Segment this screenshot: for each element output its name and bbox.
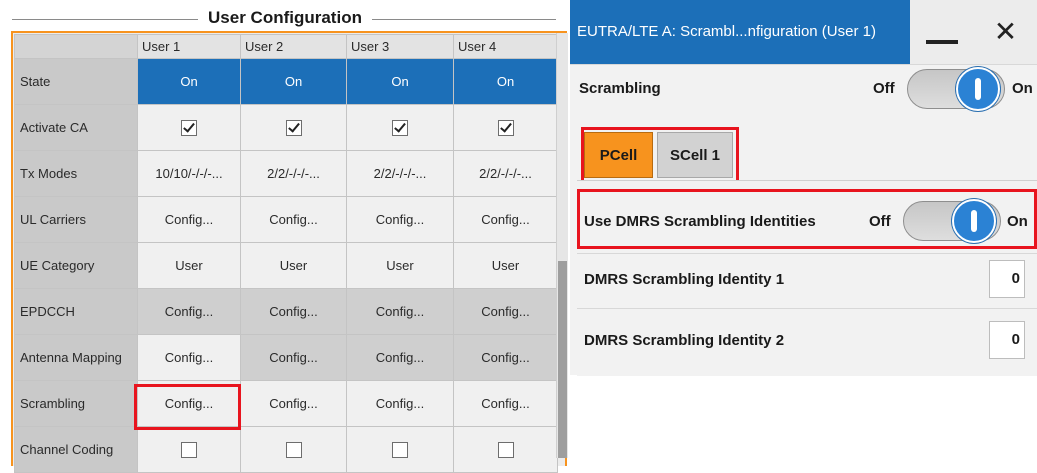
channel-coding-checkbox-user-3[interactable] (392, 441, 408, 458)
row-label-state: State (14, 58, 138, 105)
channel-coding-checkbox-user-1[interactable] (181, 441, 197, 458)
column-header-user-2: User 2 (240, 34, 347, 59)
activate-ca-checkbox-user-1[interactable] (181, 119, 197, 136)
dmrs-identity-1-label: DMRS Scrambling Identity 1 (584, 271, 785, 288)
ue-category-cell-user-1[interactable]: User (137, 242, 241, 289)
close-icon: ✕ (993, 16, 1018, 47)
dmrs-identity-2-input[interactable]: 0 (989, 321, 1025, 359)
channel-coding-checkbox-user-4[interactable] (497, 441, 514, 458)
table-scrollbar[interactable] (556, 33, 568, 458)
row-label-ue-category: UE Category (14, 242, 138, 289)
row-label-tx-modes: Tx Modes (14, 150, 138, 197)
close-button[interactable]: ✕ (974, 0, 1037, 64)
minimize-button[interactable] (912, 0, 972, 64)
ue-category-cell-user-2[interactable]: User (240, 242, 347, 289)
row-label-ul-carriers: UL Carriers (14, 196, 138, 243)
activate-ca-checkbox-user-2[interactable] (285, 119, 302, 136)
cell-tabs: PCell SCell 1 (570, 118, 1037, 188)
state-cell-user-3[interactable]: On (346, 58, 454, 105)
dmrs-identity-1-input[interactable]: 0 (989, 260, 1025, 298)
epdcch-button-user-2[interactable]: Config... (240, 288, 347, 335)
tx-modes-cell-user-2[interactable]: 2/2/-/-/-... (240, 150, 347, 197)
toggle-knob (956, 67, 1000, 111)
column-header-user-1: User 1 (137, 34, 241, 59)
row-label-channel-coding: Channel Coding (14, 426, 138, 473)
ul-carriers-button-user-4[interactable]: Config... (453, 196, 558, 243)
ue-category-cell-user-3[interactable]: User (346, 242, 454, 289)
ul-carriers-button-user-3[interactable]: Config... (346, 196, 454, 243)
epdcch-button-user-4[interactable]: Config... (453, 288, 558, 335)
toggle-knob (952, 199, 996, 243)
scrambling-toggle[interactable] (907, 67, 1005, 111)
antenna-mapping-button-user-4[interactable]: Config... (453, 334, 558, 381)
table-row: EPDCCH Config... Config... Config... Con… (14, 288, 558, 335)
activate-ca-checkbox-user-4[interactable] (497, 119, 514, 136)
table-row: UL Carriers Config... Config... Config..… (14, 196, 558, 243)
use-dmrs-toggle[interactable] (903, 199, 1001, 243)
state-cell-user-2[interactable]: On (240, 58, 347, 105)
state-cell-user-4[interactable]: On (453, 58, 558, 105)
tx-modes-cell-user-4[interactable]: 2/2/-/-/-... (453, 150, 558, 197)
column-header-user-3: User 3 (346, 34, 454, 59)
column-header-user-4: User 4 (453, 34, 558, 59)
table-row: Antenna Mapping Config... Config... Conf… (14, 334, 558, 381)
table-row: Tx Modes 10/10/-/-/-... 2/2/-/-/-... 2/2… (14, 150, 558, 197)
minimize-icon (926, 40, 958, 44)
scrollbar-thumb[interactable] (558, 261, 567, 458)
scrambling-on-label: On (1012, 80, 1033, 97)
user-configuration-panel: User Configuration User 1 User 2 User 3 … (0, 0, 570, 473)
user-config-table: User 1 User 2 User 3 User 4 State On On … (14, 34, 558, 473)
ul-carriers-button-user-2[interactable]: Config... (240, 196, 347, 243)
ue-category-cell-user-4[interactable]: User (453, 242, 558, 289)
scrambling-button-user-1[interactable]: Config... (137, 380, 241, 427)
channel-coding-checkbox-user-2[interactable] (285, 441, 302, 458)
scrambling-off-label: Off (873, 80, 895, 97)
tab-scell-1[interactable]: SCell 1 (657, 132, 733, 178)
use-dmrs-label: Use DMRS Scrambling Identities (584, 213, 816, 230)
scrambling-button-user-2[interactable]: Config... (240, 380, 347, 427)
ul-carriers-button-user-1[interactable]: Config... (137, 196, 241, 243)
row-label-antenna-mapping: Antenna Mapping (14, 334, 138, 381)
dmrs-identity-2-label: DMRS Scrambling Identity 2 (584, 332, 785, 349)
state-cell-user-1[interactable]: On (137, 58, 241, 105)
divider (577, 253, 1037, 254)
row-label-scrambling: Scrambling (14, 380, 138, 427)
scrambling-label: Scrambling (579, 80, 661, 97)
antenna-mapping-button-user-2[interactable]: Config... (240, 334, 347, 381)
pcell-tab-panel: Use DMRS Scrambling Identities Off On DM… (577, 180, 1037, 376)
divider (577, 308, 1037, 309)
table-row: Scrambling Config... Config... Config...… (14, 380, 558, 427)
activate-ca-checkbox-user-3[interactable] (392, 119, 408, 136)
dialog-titlebar: EUTRA/LTE A: Scrambl...nfiguration (User… (570, 0, 1037, 65)
epdcch-button-user-3[interactable]: Config... (346, 288, 454, 335)
antenna-mapping-button-user-1[interactable]: Config... (137, 334, 241, 381)
table-row: UE Category User User User User (14, 242, 558, 289)
tx-modes-cell-user-3[interactable]: 2/2/-/-/-... (346, 150, 454, 197)
scrambling-button-user-3[interactable]: Config... (346, 380, 454, 427)
use-dmrs-off-label: Off (869, 213, 891, 230)
table-row: Channel Coding (14, 426, 558, 473)
table-corner (14, 34, 138, 59)
dialog-title: EUTRA/LTE A: Scrambl...nfiguration (User… (570, 0, 910, 64)
table-row: Activate CA (14, 104, 558, 151)
scrambling-button-user-4[interactable]: Config... (453, 380, 558, 427)
use-dmrs-on-label: On (1007, 213, 1028, 230)
row-label-activate-ca: Activate CA (14, 104, 138, 151)
epdcch-button-user-1[interactable]: Config... (137, 288, 241, 335)
table-row: State On On On On (14, 58, 558, 105)
row-label-epdcch: EPDCCH (14, 288, 138, 335)
panel-title: User Configuration (198, 8, 372, 27)
tx-modes-cell-user-1[interactable]: 10/10/-/-/-... (137, 150, 241, 197)
user-config-table-frame: User 1 User 2 User 3 User 4 State On On … (11, 31, 567, 473)
antenna-mapping-button-user-3[interactable]: Config... (346, 334, 454, 381)
scrambling-config-dialog: EUTRA/LTE A: Scrambl...nfiguration (User… (570, 0, 1037, 376)
tab-pcell[interactable]: PCell (584, 132, 653, 178)
